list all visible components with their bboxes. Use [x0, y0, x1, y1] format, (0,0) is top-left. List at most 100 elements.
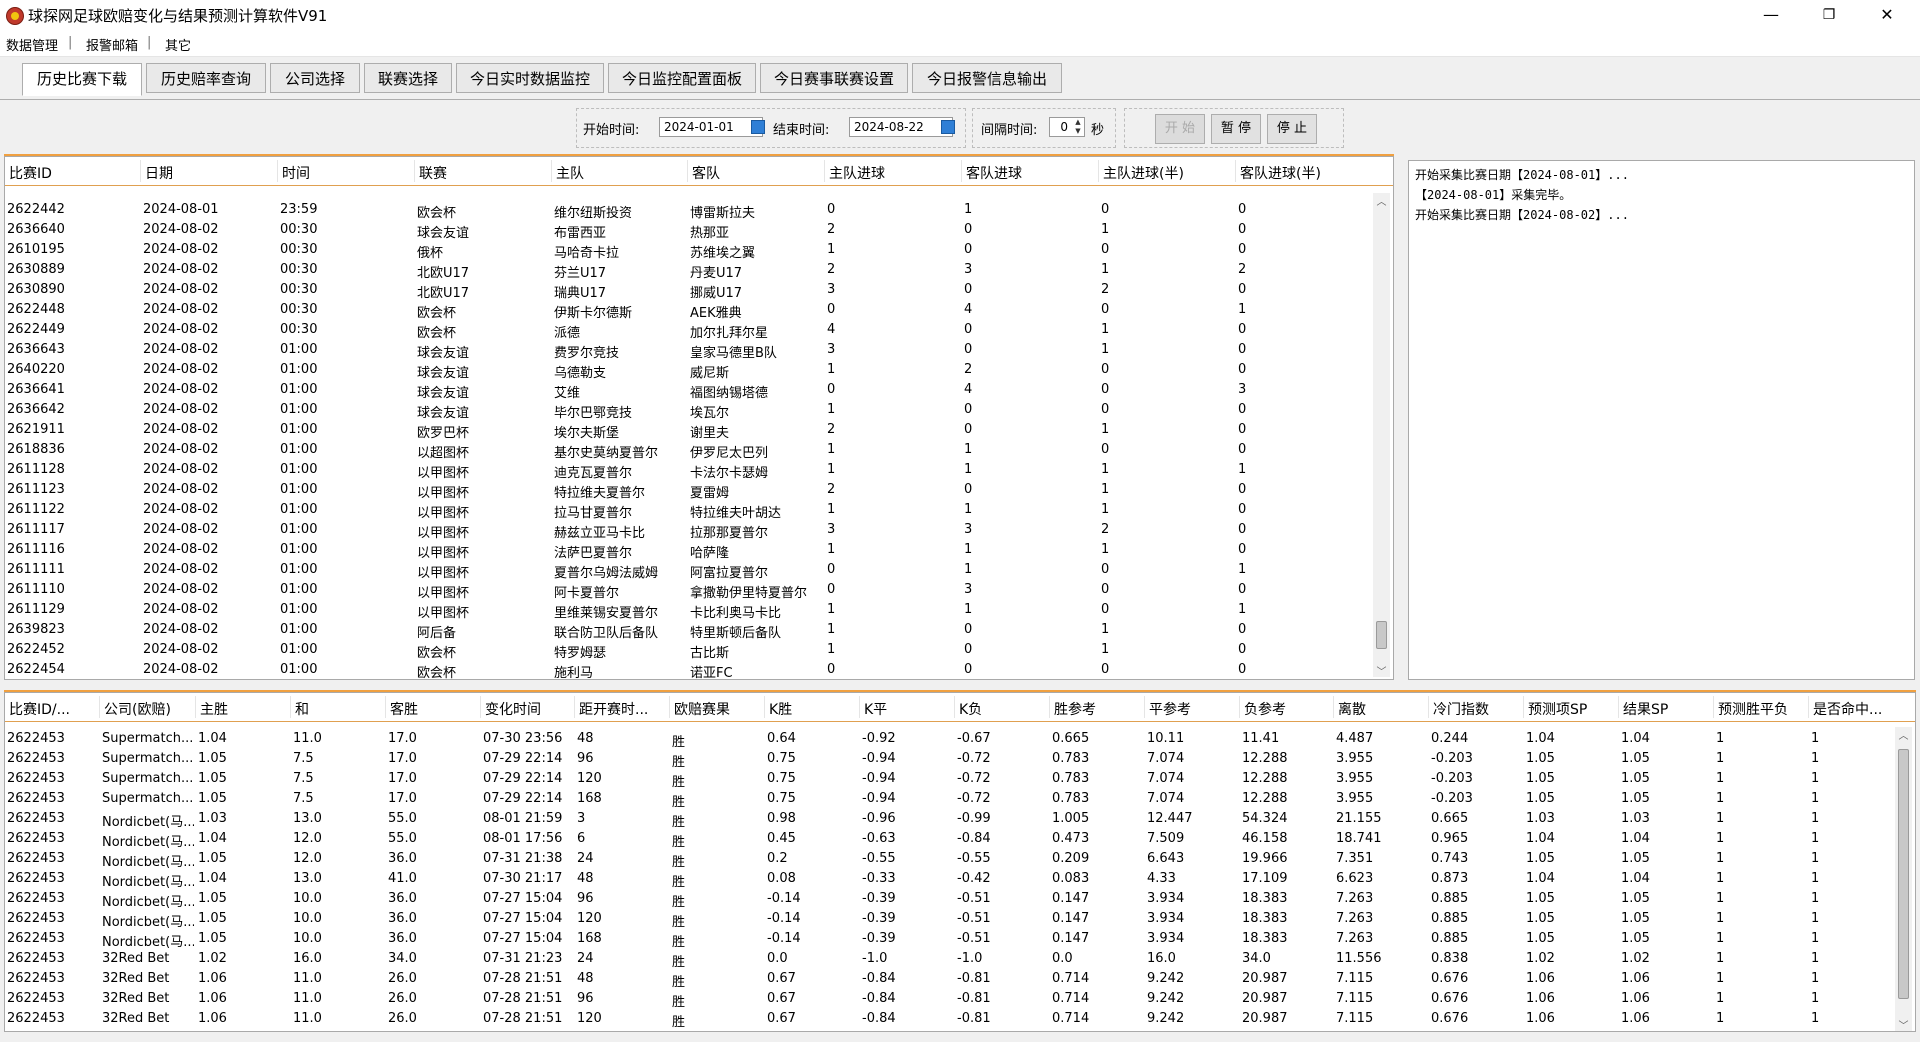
column-header[interactable]: 主队: [556, 163, 684, 183]
table-row[interactable]: 2622454 2024-08-02 01:00 欧会杯 施利马 诺亚FC 0 0 0 0: [5, 660, 1393, 679]
table-row[interactable]: 2639823 2024-08-02 01:00 阿后备 联合防卫队后备队 特里斯顿后备队…: [5, 620, 1393, 641]
column-separator[interactable]: [1098, 160, 1099, 182]
scroll-thumb[interactable]: [1376, 621, 1387, 649]
menu-other[interactable]: 其它: [165, 35, 191, 54]
tab-league-select[interactable]: 联赛选择: [364, 63, 452, 93]
table-row[interactable]: 2611128 2024-08-02 01:00 以甲图杯 迪克瓦夏普尔 卡法尔卡瑟姆 1 1…: [5, 460, 1393, 481]
calendar-icon[interactable]: [751, 120, 765, 134]
log-output[interactable]: 开始采集比赛日期【2024-08-01】... 【2024-08-01】采集完毕…: [1408, 160, 1915, 680]
column-header[interactable]: 结果SP: [1623, 699, 1710, 719]
stop-button[interactable]: 停 止: [1267, 114, 1317, 144]
table-row[interactable]: 2611111 2024-08-02 01:00 以甲图杯 夏普尔乌姆法威姆 阿富拉夏普尔…: [5, 560, 1393, 581]
column-separator[interactable]: [414, 160, 415, 182]
column-header[interactable]: 主队进球: [829, 163, 958, 183]
column-header[interactable]: 客队进球(半): [1240, 163, 1369, 183]
scroll-down-icon[interactable]: ﹀: [1895, 1017, 1912, 1031]
column-separator[interactable]: [1049, 696, 1050, 718]
column-header[interactable]: 预测项SP: [1528, 699, 1615, 719]
column-header[interactable]: 客胜: [390, 699, 477, 719]
column-header[interactable]: K胜: [769, 699, 856, 719]
column-header[interactable]: 欧赔赛果: [674, 699, 761, 719]
table-row[interactable]: 2622453 Nordicbet(马... 1.03 13.0 55.0 08-01 2…: [5, 809, 1915, 830]
table-row[interactable]: 2622453 Supermatch.... 1.05 7.5 17.0 07-29 22…: [5, 789, 1915, 810]
column-separator[interactable]: [954, 696, 955, 718]
table-row[interactable]: 2611123 2024-08-02 01:00 以甲图杯 特拉维夫夏普尔 夏雷姆 2 0 1 0: [5, 480, 1393, 501]
table-row[interactable]: 2611129 2024-08-02 01:00 以甲图杯 里维莱锡安夏普尔 卡比利奥马卡…: [5, 600, 1393, 621]
table-row[interactable]: 2622453 32Red Bet 1.06 11.0 26.0 07-28 21:51 9…: [5, 989, 1915, 1010]
start-date-input[interactable]: 2024-01-01: [659, 117, 763, 137]
tab-monitor-config[interactable]: 今日监控配置面板: [608, 63, 756, 93]
table-row[interactable]: 2622453 Nordicbet(马... 1.05 10.0 36.0 07-27 1…: [5, 929, 1915, 950]
table-row[interactable]: 2622449 2024-08-02 00:30 欧会杯 派德 加尔扎拜尔星 4 0 1 0: [5, 320, 1393, 341]
table-row[interactable]: 2622452 2024-08-02 01:00 欧会杯 特罗姆瑟 古比斯 1 0 1 0: [5, 640, 1393, 661]
column-header[interactable]: 距开赛时...: [579, 699, 666, 719]
column-header[interactable]: 是否命中...: [1813, 699, 1891, 719]
column-separator[interactable]: [669, 696, 670, 718]
scroll-down-icon[interactable]: ﹀: [1373, 663, 1390, 678]
minimize-button[interactable]: —: [1742, 0, 1800, 30]
column-header[interactable]: 时间: [282, 163, 411, 183]
column-separator[interactable]: [385, 696, 386, 718]
column-separator[interactable]: [99, 696, 100, 718]
tab-history-download[interactable]: 历史比赛下载: [22, 63, 142, 96]
column-separator[interactable]: [574, 696, 575, 718]
table-row[interactable]: 2622453 Supermatch.... 1.04 11.0 17.0 07-30 2…: [5, 729, 1915, 750]
tab-company-select[interactable]: 公司选择: [270, 63, 360, 93]
column-header[interactable]: 客队: [692, 163, 821, 183]
tab-league-settings[interactable]: 今日赛事联赛设置: [760, 63, 908, 93]
column-header[interactable]: 主队进球(半): [1103, 163, 1232, 183]
close-button[interactable]: ✕: [1858, 0, 1916, 30]
column-header[interactable]: 日期: [145, 163, 274, 183]
table-row[interactable]: 2611110 2024-08-02 01:00 以甲图杯 阿卡夏普尔 拿撒勒伊里特夏普尔…: [5, 580, 1393, 601]
table-row[interactable]: 2611117 2024-08-02 01:00 以甲图杯 赫兹立亚马卡比 拉那那夏普尔 3…: [5, 520, 1393, 541]
table-row[interactable]: 2622453 32Red Bet 1.02 16.0 34.0 07-31 21:23 2…: [5, 949, 1915, 970]
column-separator[interactable]: [480, 696, 481, 718]
column-header[interactable]: 平参考: [1149, 699, 1236, 719]
scroll-thumb[interactable]: [1898, 749, 1909, 999]
column-separator[interactable]: [1523, 696, 1524, 718]
table-row[interactable]: 2621911 2024-08-02 01:00 欧罗巴杯 埃尔夫斯堡 谢里夫 2 0 1 0: [5, 420, 1393, 441]
column-separator[interactable]: [1239, 696, 1240, 718]
column-header[interactable]: 负参考: [1244, 699, 1330, 719]
spin-up-icon[interactable]: ▲: [1072, 118, 1084, 127]
column-header[interactable]: 离散: [1338, 699, 1425, 719]
column-separator[interactable]: [859, 696, 860, 718]
table-row[interactable]: 2630889 2024-08-02 00:30 北欧U17 芬兰U17 丹麦U17 2 3 1…: [5, 260, 1393, 281]
column-header[interactable]: K平: [864, 699, 951, 719]
table-row[interactable]: 2622453 Supermatch.... 1.05 7.5 17.0 07-29 22…: [5, 749, 1915, 770]
tab-today-monitor[interactable]: 今日实时数据监控: [456, 63, 604, 93]
column-header[interactable]: 联赛: [419, 163, 548, 183]
column-header[interactable]: 主胜: [200, 699, 287, 719]
column-header[interactable]: 比赛ID/...: [9, 699, 96, 719]
table-row[interactable]: 2640220 2024-08-02 01:00 球会友谊 乌德勒支 威尼斯 1 2 0 0: [5, 360, 1393, 381]
table-row[interactable]: 2618836 2024-08-02 01:00 以超图杯 基尔史莫纳夏普尔 伊罗尼太巴列…: [5, 440, 1393, 461]
tab-history-odds[interactable]: 历史赔率查询: [146, 63, 266, 93]
start-button[interactable]: 开 始: [1155, 114, 1205, 144]
tab-alert-output[interactable]: 今日报警信息输出: [912, 63, 1062, 93]
column-separator[interactable]: [1618, 696, 1619, 718]
column-header[interactable]: 公司(欧赔): [104, 699, 192, 719]
column-header[interactable]: 和: [295, 699, 382, 719]
column-header[interactable]: 胜参考: [1054, 699, 1141, 719]
column-separator[interactable]: [1808, 696, 1809, 718]
column-separator[interactable]: [764, 696, 765, 718]
column-header[interactable]: 客队进球: [966, 163, 1095, 183]
column-separator[interactable]: [1428, 696, 1429, 718]
column-separator[interactable]: [1713, 696, 1714, 718]
odds-scrollbar[interactable]: ︿ ﹀: [1895, 727, 1912, 1031]
column-header[interactable]: 冷门指数: [1433, 699, 1520, 719]
column-separator[interactable]: [140, 160, 141, 182]
scroll-up-icon[interactable]: ︿: [1895, 727, 1912, 742]
match-scrollbar[interactable]: ︿ ﹀: [1373, 193, 1390, 678]
table-row[interactable]: 2630890 2024-08-02 00:30 北欧U17 瑞典U17 挪威U17 3 0 2…: [5, 280, 1393, 301]
column-separator[interactable]: [687, 160, 688, 182]
column-separator[interactable]: [1333, 696, 1334, 718]
column-separator[interactable]: [277, 160, 278, 182]
column-separator[interactable]: [290, 696, 291, 718]
column-header[interactable]: 变化时间: [485, 699, 571, 719]
spin-down-icon[interactable]: ▼: [1072, 127, 1084, 136]
table-row[interactable]: 2622453 Nordicbet(马... 1.05 10.0 36.0 07-27 1…: [5, 889, 1915, 910]
maximize-button[interactable]: ❐: [1800, 0, 1858, 30]
column-separator[interactable]: [195, 696, 196, 718]
table-row[interactable]: 2622453 Nordicbet(马... 1.04 13.0 41.0 07-30 2…: [5, 869, 1915, 890]
